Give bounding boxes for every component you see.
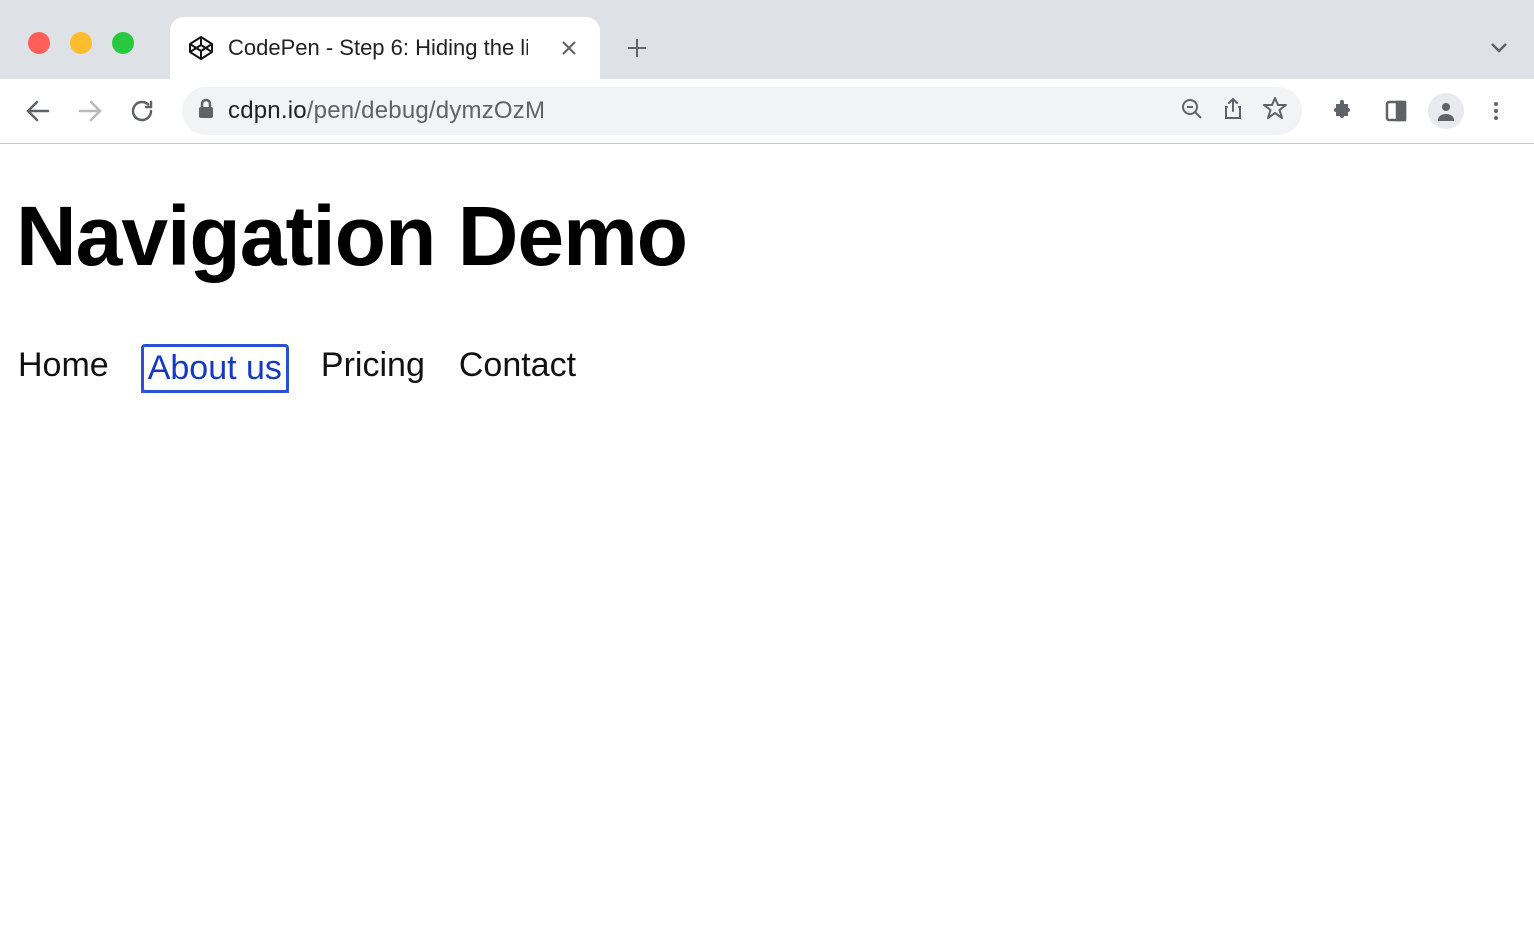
reload-icon: [129, 98, 155, 124]
plus-icon: [626, 37, 648, 59]
forward-button[interactable]: [68, 89, 112, 133]
omnibox-actions: [1180, 96, 1288, 127]
browser-tab[interactable]: CodePen - Step 6: Hiding the li: [170, 17, 600, 79]
lock-icon: [196, 98, 216, 125]
window-minimize-button[interactable]: [70, 32, 92, 54]
bookmark-star-icon[interactable]: [1262, 96, 1288, 127]
kebab-icon: [1486, 101, 1506, 121]
chevron-down-icon: [1488, 36, 1510, 58]
extensions-button[interactable]: [1320, 89, 1364, 133]
new-tab-button[interactable]: [616, 27, 658, 69]
browser-chrome: CodePen - Step 6: Hiding the li: [0, 0, 1534, 144]
arrow-right-icon: [76, 97, 104, 125]
back-button[interactable]: [16, 89, 60, 133]
address-bar[interactable]: cdpn.io/pen/debug/dymzOzM: [182, 87, 1302, 135]
page-heading: Navigation Demo: [16, 192, 1518, 280]
window-maximize-button[interactable]: [112, 32, 134, 54]
browser-toolbar: cdpn.io/pen/debug/dymzOzM: [0, 79, 1534, 143]
tab-close-button[interactable]: [556, 35, 582, 61]
url-host: cdpn.io: [228, 97, 307, 124]
arrow-left-icon: [24, 97, 52, 125]
panel-icon: [1384, 99, 1408, 123]
tab-title: CodePen - Step 6: Hiding the li: [228, 35, 528, 61]
tab-strip: CodePen - Step 6: Hiding the li: [0, 0, 1534, 79]
window-close-button[interactable]: [28, 32, 50, 54]
toolbar-right: [1320, 89, 1518, 133]
reload-button[interactable]: [120, 89, 164, 133]
tabs-dropdown-button[interactable]: [1488, 36, 1510, 63]
menu-button[interactable]: [1474, 89, 1518, 133]
zoom-out-icon[interactable]: [1180, 97, 1204, 126]
close-icon: [561, 40, 577, 56]
profile-button[interactable]: [1428, 93, 1464, 129]
url-path: /pen/debug/dymzOzM: [307, 97, 545, 124]
codepen-icon: [188, 35, 214, 61]
window-controls: [28, 32, 134, 54]
nav-item-about-us[interactable]: About us: [141, 344, 289, 393]
nav-item-home[interactable]: Home: [16, 344, 111, 393]
puzzle-icon: [1330, 99, 1354, 123]
page-content: Navigation Demo Home About us Pricing Co…: [0, 144, 1534, 393]
share-icon[interactable]: [1222, 97, 1244, 126]
person-icon: [1435, 100, 1457, 122]
nav-item-pricing[interactable]: Pricing: [319, 344, 427, 393]
side-panel-button[interactable]: [1374, 89, 1418, 133]
nav-item-contact[interactable]: Contact: [457, 344, 578, 393]
main-nav: Home About us Pricing Contact: [16, 344, 1518, 393]
url-text: cdpn.io/pen/debug/dymzOzM: [228, 97, 545, 125]
